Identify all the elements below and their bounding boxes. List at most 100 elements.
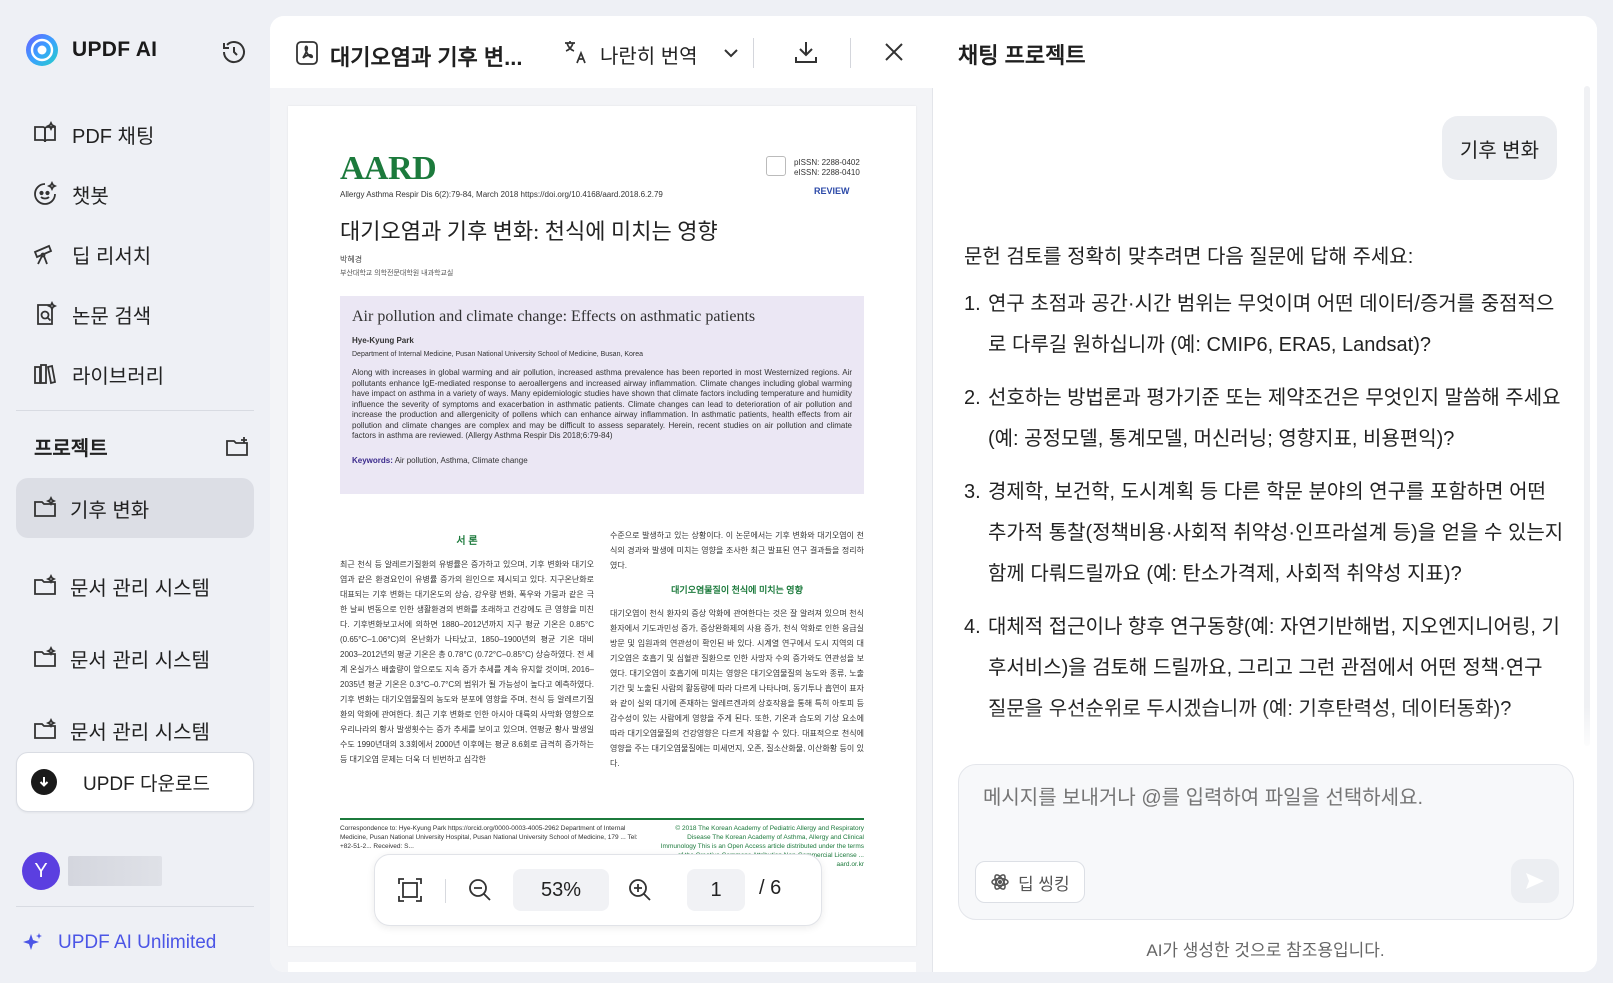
download-icon[interactable]	[792, 38, 820, 66]
article-type: REVIEW	[814, 186, 850, 196]
project-label: 기후 변화	[70, 499, 150, 522]
ai-intro: 문헌 검토를 정확히 맞추려면 다음 질문에 답해 주세요:	[964, 246, 1414, 268]
nav-item-deep-research[interactable]: 딥 리서치	[16, 224, 256, 284]
message-composer: 딥 씽킹	[958, 764, 1574, 920]
translate-mode-label[interactable]: 나란히 번역	[600, 40, 698, 69]
abstract-text: Along with increases in global warming a…	[352, 368, 852, 440]
section-heading: 서 론	[456, 536, 478, 547]
pdf-page: AARD Allergy Asthma Respir Dis 6(2):79-8…	[288, 106, 916, 946]
korean-affiliation: 부산대학교 의학전문대학원 내과학교실	[340, 270, 454, 277]
send-icon	[1526, 873, 1544, 889]
nav-label: 라이브러리	[72, 365, 164, 388]
abstract-box: Air pollution and climate change: Effect…	[340, 296, 864, 494]
project-item-docs-2[interactable]: 문서 관리 시스템	[16, 622, 254, 694]
journal-logo: AARD	[340, 150, 437, 187]
korean-author: 박혜경	[340, 255, 363, 264]
zoom-toolbar: 53% 1 / 6	[374, 854, 822, 926]
page-number-input[interactable]: 1	[687, 869, 745, 911]
zoom-in-icon[interactable]	[627, 877, 653, 903]
library-icon	[34, 364, 57, 385]
folder-icon	[34, 495, 57, 517]
chat-panel: 채팅 프로젝트 기후 변화 문헌 검토를 정확히 맞추려면 다음 질문에 답해 …	[934, 16, 1597, 972]
send-button[interactable]	[1511, 859, 1559, 903]
book-icon	[34, 121, 57, 143]
journal-seal-icon	[766, 156, 786, 176]
issn-block: pISSN: 2288-0402 eISSN: 2288-0410	[794, 158, 860, 178]
separator	[445, 879, 446, 903]
project-label: 문서 관리 시스템	[70, 721, 210, 744]
fit-page-icon[interactable]	[397, 877, 423, 903]
scroll-fade	[934, 706, 1597, 756]
item-text: 연구 초점과 공간·시간 범위는 무엇이며 어떤 데이터/증거를 중점적으로 다…	[988, 293, 1555, 356]
english-author: Hye-Kyung Park	[352, 336, 414, 345]
translate-icon[interactable]	[562, 38, 590, 66]
pissn: pISSN: 2288-0402	[794, 158, 860, 167]
brand-name: UPDF AI	[72, 38, 158, 61]
projects-title: 프로젝트	[34, 438, 108, 460]
user-message: 기후 변화	[1441, 116, 1557, 180]
history-icon[interactable]	[220, 38, 248, 66]
zoom-out-icon[interactable]	[467, 877, 493, 903]
bot-icon	[34, 181, 58, 205]
download-updf-button[interactable]: UPDF 다운로드	[16, 752, 254, 812]
deep-think-toggle[interactable]: 딥 씽킹	[975, 861, 1085, 903]
item-number: 3.	[964, 481, 981, 503]
projects-header: 프로젝트	[34, 432, 250, 461]
file-title: 대기오염과 기후 변...	[330, 45, 523, 70]
nav-item-library[interactable]: 라이브러리	[16, 344, 256, 404]
nav-label: PDF 채팅	[72, 125, 155, 148]
item-number: 2.	[964, 387, 981, 409]
list-item: 1. 연구 초점과 공간·시간 범위는 무엇이며 어떤 데이터/증거를 중점적으로…	[964, 284, 1564, 366]
deep-think-label: 딥 씽킹	[1018, 874, 1070, 894]
list-item: 3. 경제학, 보건학, 도시계획 등 다른 학문 분야의 연구를 포함하면 어떤…	[964, 472, 1564, 595]
folder-icon	[34, 573, 57, 595]
ai-disclaimer: AI가 생성한 것으로 참조용입니다.	[1146, 941, 1385, 960]
separator	[850, 38, 851, 68]
body-text: 수준으로 발생하고 있는 상황이다. 이 논문에서는 기후 변화와 대기오염이 …	[610, 531, 864, 570]
zoom-level[interactable]: 53%	[513, 869, 609, 911]
download-icon	[31, 769, 57, 795]
pdf-file-icon	[296, 41, 318, 65]
pdf-viewer: 대기오염과 기후 변... 나란히 번역 AARD Allergy Asthma…	[270, 16, 933, 972]
page-total: / 6	[759, 877, 782, 899]
keywords-value: Air pollution, Asthma, Climate change	[394, 455, 528, 465]
download-label: UPDF 다운로드	[83, 773, 210, 795]
body-text: 대기오염이 천식 환자의 증상 악화에 관여한다는 것은 잘 알려져 있으며 천…	[610, 609, 864, 768]
nav-item-pdf-chat[interactable]: PDF 채팅	[16, 104, 256, 164]
footer-rule	[340, 818, 864, 820]
english-affiliation: Department of Internal Medicine, Pusan N…	[352, 351, 644, 358]
message-input[interactable]	[983, 787, 1543, 810]
body-column-right: 수준으로 발생하고 있는 상황이다. 이 논문에서는 기후 변화와 대기오염이 …	[610, 528, 864, 771]
chevron-down-icon[interactable]	[722, 46, 740, 60]
section-heading: 대기오염물질이 천식에 미치는 영향	[671, 585, 803, 595]
sidebar: UPDF AI PDF 채팅 챗봇 딥 리서치 논문 검색 라이브러리 프로젝트	[0, 0, 270, 983]
body-text: 최근 천식 등 알레르기질환의 유병률은 증가하고 있으며, 기후 변화와 대기…	[340, 560, 594, 764]
project-item-docs-1[interactable]: 문서 관리 시스템	[16, 550, 254, 622]
correspondence-text: Correspondence to: Hye-Kyung Park https:…	[340, 825, 638, 850]
divider	[16, 410, 254, 411]
nav-item-chatbot[interactable]: 챗봇	[16, 164, 256, 224]
nav-item-paper-search[interactable]: 논문 검색	[16, 284, 256, 344]
telescope-icon	[33, 244, 53, 265]
keywords-label: Keywords:	[352, 455, 393, 465]
search-doc-icon	[37, 301, 58, 325]
user-account[interactable]: Y	[22, 852, 162, 890]
unlimited-link[interactable]: UPDF AI Unlimited	[22, 932, 216, 954]
item-number: 1.	[964, 293, 981, 315]
chat-scrollbar[interactable]	[1584, 86, 1590, 746]
atom-icon	[991, 874, 1009, 890]
item-text: 경제학, 보건학, 도시계획 등 다른 학문 분야의 연구를 포함하면 어떤 추…	[988, 481, 1564, 585]
body-column-left: 서 론 최근 천식 등 알레르기질환의 유병률은 증가하고 있으며, 기후 변화…	[340, 534, 594, 767]
ai-question-list: 1. 연구 초점과 공간·시간 범위는 무엇이며 어떤 데이터/증거를 중점적으로…	[964, 284, 1564, 742]
citation-line: Allergy Asthma Respir Dis 6(2):79-84, Ma…	[340, 190, 663, 199]
user-name-redacted	[68, 856, 162, 886]
brand[interactable]: UPDF AI	[24, 32, 157, 68]
close-icon[interactable]	[882, 40, 906, 64]
main-panel: 대기오염과 기후 변... 나란히 번역 AARD Allergy Asthma…	[270, 16, 1597, 972]
project-item-climate[interactable]: 기후 변화	[16, 478, 254, 538]
project-label: 문서 관리 시스템	[70, 649, 210, 672]
sparkle-icon	[23, 933, 42, 950]
nav-label: 딥 리서치	[72, 245, 152, 268]
list-item: 2. 선호하는 방법론과 평가기준 또는 제약조건은 무엇인지 말씀해 주세요 (…	[964, 378, 1564, 460]
new-folder-icon[interactable]	[224, 434, 250, 460]
